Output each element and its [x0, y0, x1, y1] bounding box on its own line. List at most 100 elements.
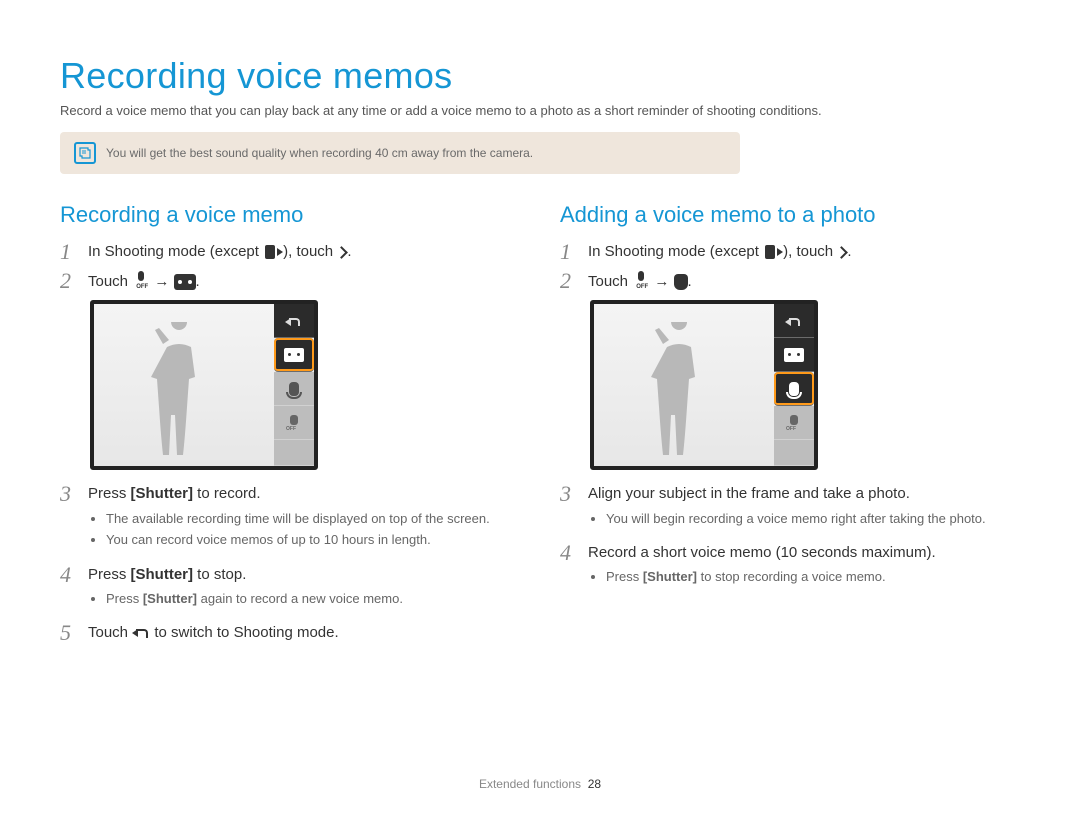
step-body: Align your subject in the frame and take…	[588, 484, 986, 535]
text: to stop recording a voice memo.	[697, 569, 886, 584]
mic-option-selected	[774, 372, 814, 406]
tape-option-selected	[274, 338, 314, 372]
right-step-3: 3 Align your subject in the frame and ta…	[560, 484, 1020, 535]
text: Align your subject in the frame and take…	[588, 485, 910, 502]
step-body: In Shooting mode (except ), touch .	[88, 242, 351, 262]
intro-text: Record a voice memo that you can play ba…	[60, 103, 1020, 118]
footer-page-number: 28	[588, 777, 601, 791]
mic-option	[274, 372, 314, 406]
text: .	[196, 273, 200, 290]
left-step-5: 5 Touch to switch to Shooting mode.	[60, 623, 520, 644]
text: Touch	[88, 624, 132, 641]
text: Press	[88, 485, 131, 502]
back-button	[274, 304, 314, 338]
chevron-right-icon	[837, 245, 847, 259]
right-heading: Adding a voice memo to a photo	[560, 202, 1020, 228]
step-number: 1	[60, 241, 78, 263]
text: to record.	[193, 485, 261, 502]
person-silhouette	[649, 322, 709, 462]
shutter-label: [Shutter]	[131, 566, 194, 583]
camera-preview	[90, 300, 318, 470]
sidebar-spacer	[274, 440, 314, 466]
sub-bullet: The available recording time will be dis…	[106, 510, 490, 528]
text: Touch	[88, 273, 132, 290]
preview-sidebar	[274, 304, 314, 466]
left-step-1: 1 In Shooting mode (except ), touch .	[60, 242, 520, 263]
footer-section: Extended functions	[479, 777, 581, 791]
back-icon	[285, 314, 303, 328]
mic-off-icon	[787, 415, 801, 431]
text: Press	[606, 569, 643, 584]
tape-icon	[784, 348, 804, 362]
tape-icon	[284, 348, 304, 362]
mic-icon	[674, 274, 688, 290]
preview-sidebar	[774, 304, 814, 466]
text: In Shooting mode (except	[588, 243, 763, 260]
sub-bullet: Press [Shutter] again to record a new vo…	[106, 590, 403, 608]
video-icon	[763, 245, 783, 259]
text: Touch	[588, 273, 632, 290]
text: to switch to Shooting mode.	[150, 624, 338, 641]
mic-icon	[289, 382, 299, 396]
back-icon	[132, 625, 150, 639]
back-button	[774, 304, 814, 338]
person-silhouette	[149, 322, 209, 462]
tip-box: You will get the best sound quality when…	[60, 132, 740, 174]
shutter-label: [Shutter]	[143, 591, 197, 606]
manual-page: Recording voice memos Record a voice mem…	[0, 0, 1080, 815]
step-number: 3	[560, 483, 578, 505]
tip-text: You will get the best sound quality when…	[106, 146, 533, 160]
mic-off-icon	[632, 271, 650, 289]
sidebar-spacer	[774, 440, 814, 466]
text: ), touch	[783, 243, 837, 260]
text: Press	[88, 566, 131, 583]
tape-icon	[174, 274, 196, 290]
left-step-2: 2 Touch → .	[60, 271, 520, 292]
right-step-4: 4 Record a short voice memo (10 seconds …	[560, 543, 1020, 594]
step-number: 2	[60, 270, 78, 292]
sub-bullet: Press [Shutter] to stop recording a voic…	[606, 568, 936, 586]
step-body: Touch to switch to Shooting mode.	[88, 623, 339, 643]
text: to stop.	[193, 566, 246, 583]
text: .	[347, 243, 351, 260]
step-body: Press [Shutter] to record. The available…	[88, 484, 490, 556]
text: ), touch	[283, 243, 337, 260]
step-body: In Shooting mode (except ), touch .	[588, 242, 851, 262]
text: again to record a new voice memo.	[197, 591, 403, 606]
step-number: 4	[60, 564, 78, 586]
shutter-label: [Shutter]	[643, 569, 697, 584]
left-column: Recording a voice memo 1 In Shooting mod…	[60, 202, 520, 652]
step-body: Record a short voice memo (10 seconds ma…	[588, 543, 936, 594]
step-number: 5	[60, 622, 78, 644]
note-icon	[74, 142, 96, 164]
arrow-icon: →	[154, 273, 169, 290]
step-number: 4	[560, 542, 578, 564]
arrow-icon: →	[654, 273, 669, 290]
video-icon	[263, 245, 283, 259]
mic-icon	[789, 382, 799, 396]
text: .	[688, 273, 692, 290]
mic-off-option	[774, 406, 814, 440]
text: .	[847, 243, 851, 260]
right-step-1: 1 In Shooting mode (except ), touch .	[560, 242, 1020, 263]
mic-off-icon	[287, 415, 301, 431]
tape-option	[774, 338, 814, 372]
step-number: 2	[560, 270, 578, 292]
left-step-4: 4 Press [Shutter] to stop. Press [Shutte…	[60, 565, 520, 616]
left-heading: Recording a voice memo	[60, 202, 520, 228]
camera-preview	[590, 300, 818, 470]
text: Press	[106, 591, 143, 606]
mic-off-icon	[132, 271, 150, 289]
back-icon	[785, 314, 803, 328]
step-body: Touch → .	[88, 271, 200, 292]
step-body: Touch → .	[588, 271, 692, 292]
content-columns: Recording a voice memo 1 In Shooting mod…	[60, 202, 1020, 652]
step-number: 1	[560, 241, 578, 263]
text: In Shooting mode (except	[88, 243, 263, 260]
mic-off-option	[274, 406, 314, 440]
text: Record a short voice memo (10 seconds ma…	[588, 544, 936, 561]
left-step-3: 3 Press [Shutter] to record. The availab…	[60, 484, 520, 556]
right-column: Adding a voice memo to a photo 1 In Shoo…	[560, 202, 1020, 652]
right-step-2: 2 Touch → .	[560, 271, 1020, 292]
step-number: 3	[60, 483, 78, 505]
